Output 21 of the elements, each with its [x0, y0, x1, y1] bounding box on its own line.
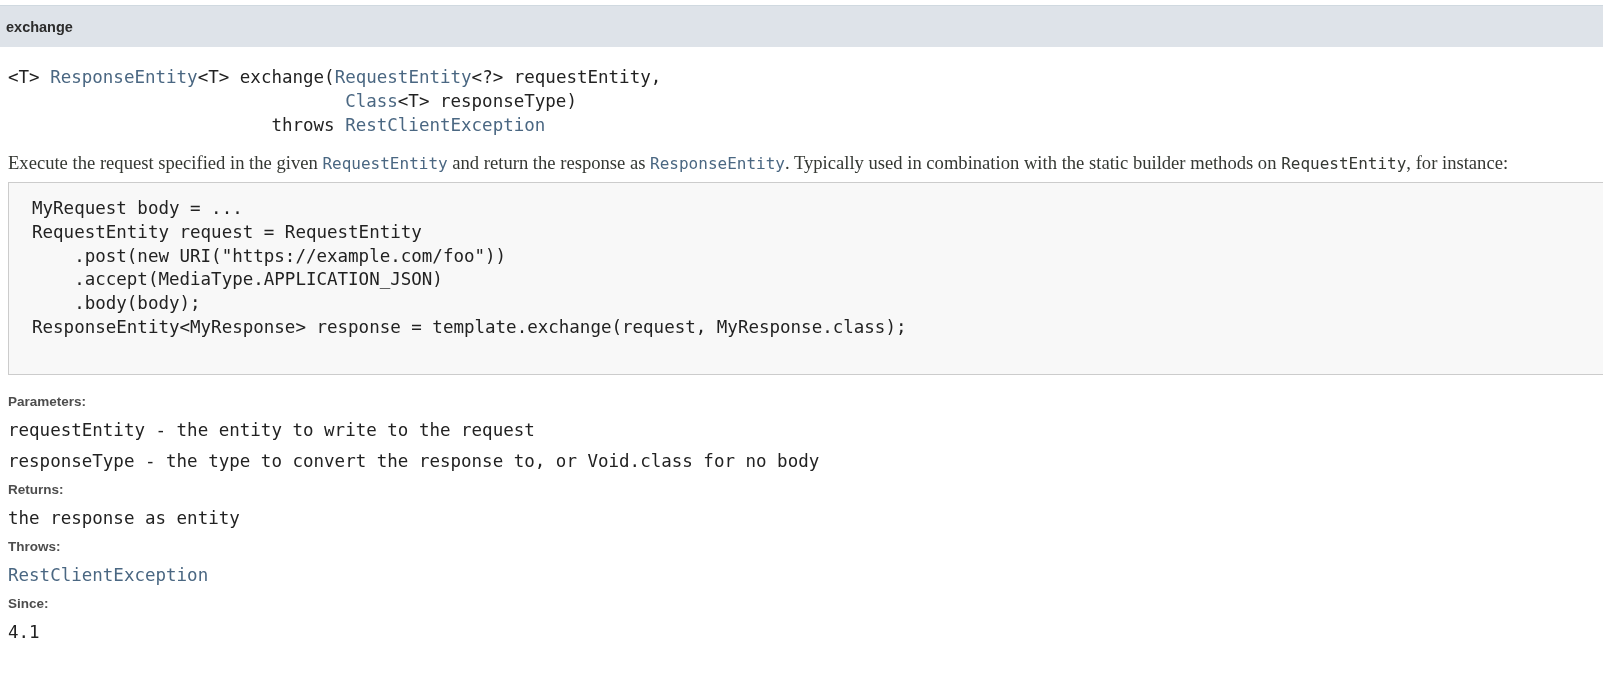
section-text: requestEntity - the entity to write to the request	[8, 418, 535, 442]
type-link[interactable]: Class	[345, 91, 398, 111]
section-text: responseType - the type to convert the response to, or Void.class for no body	[8, 449, 820, 473]
type-link[interactable]: RequestEntity	[334, 67, 472, 87]
type-link[interactable]: RequestEntity	[322, 154, 448, 173]
section-label: Returns:	[8, 480, 65, 499]
type-link[interactable]: ResponseEntity	[50, 67, 198, 87]
method-signature-line: throws RestClientException	[271, 114, 546, 137]
section-label: Since:	[8, 594, 50, 613]
method-description: Execute the request specified in the given RequestEntity and return the response as ResponseEntity. Typically used in combination with the static builder methods on RequestEntity, for instance:	[7, 151, 1509, 175]
section-label: Parameters:	[8, 392, 88, 411]
method-signature-line: Class<T> responseType)	[345, 90, 577, 113]
section-text: the response as entity	[8, 506, 240, 530]
type-link[interactable]: ResponseEntity	[650, 154, 785, 173]
section-text: 4.1	[8, 620, 40, 644]
section-label: Throws:	[8, 537, 62, 556]
code-example: MyRequest body = ... RequestEntity request = RequestEntity .post(new URI("https://example.com/foo")) .accept(MediaType.APPLICATION_JSON) .body(body); ResponseEntity<MyResponse> response = template.exchange(request, MyResponse.class);	[8, 182, 1603, 375]
exception-link[interactable]: RestClientException	[8, 562, 209, 587]
type-link[interactable]: RestClientException	[345, 115, 546, 135]
method-signature-line: <T> ResponseEntity<T> exchange(RequestEntity<?> requestEntity,	[8, 66, 662, 89]
method-name: exchange	[6, 18, 73, 35]
